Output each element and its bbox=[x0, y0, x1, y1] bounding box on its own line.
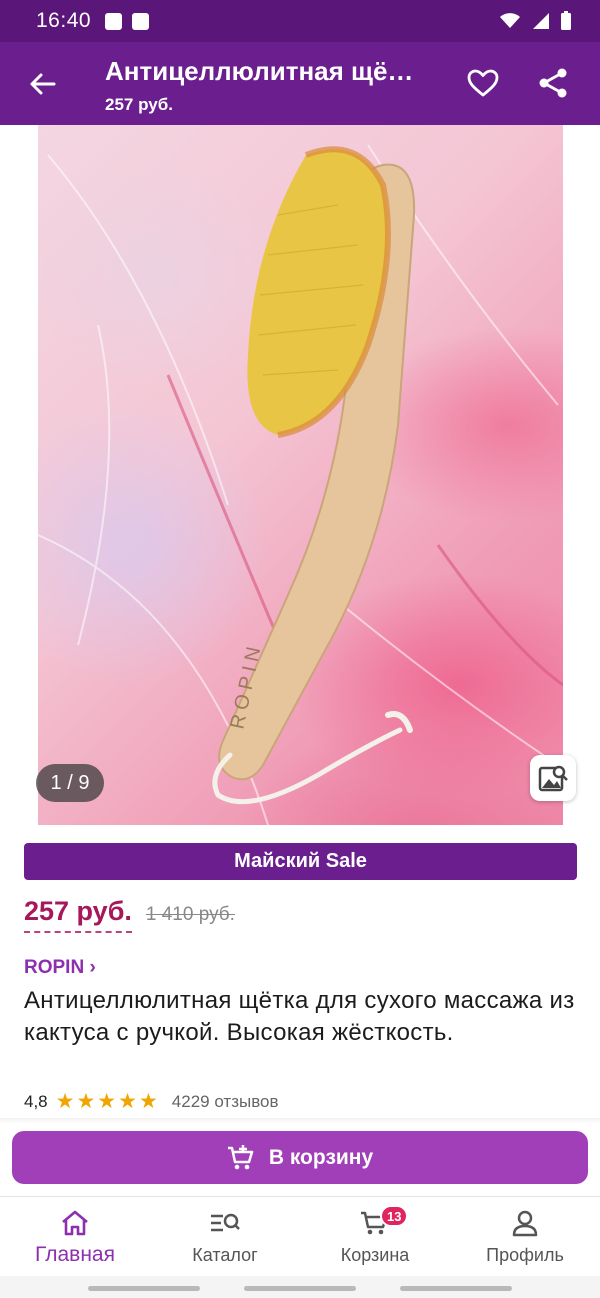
heart-icon bbox=[467, 69, 499, 97]
nav-item-catalog[interactable]: Каталог bbox=[150, 1197, 300, 1276]
star-icon: ★ bbox=[55, 1090, 75, 1113]
catalog-search-icon bbox=[211, 1213, 240, 1232]
old-price: 1 410 руб. bbox=[145, 904, 235, 925]
status-time: 16:40 bbox=[36, 9, 92, 32]
bottom-navigation: Главная Каталог 13 Корзина Профиль bbox=[0, 1196, 600, 1276]
gesture-pill[interactable] bbox=[400, 1286, 512, 1291]
signal-icon bbox=[533, 13, 549, 29]
rating-stars: ★ ★ ★ ★ ★ bbox=[56, 1091, 158, 1112]
image-search-button[interactable] bbox=[530, 755, 576, 801]
page-subtitle-price: 257 руб. bbox=[105, 95, 173, 114]
rating-value: 4,8 bbox=[24, 1091, 48, 1111]
gallery-notification-icon bbox=[132, 12, 150, 30]
back-button[interactable] bbox=[22, 64, 62, 104]
status-bar: 16:40 bbox=[0, 0, 600, 42]
favorite-button[interactable] bbox=[462, 62, 504, 104]
rating-row[interactable]: 4,8 ★ ★ ★ ★ ★ 4229 отзывов bbox=[24, 1091, 279, 1112]
page-title: Антицеллюлитная щё… bbox=[105, 56, 414, 86]
cart-badge: 13 bbox=[380, 1205, 409, 1227]
nav-label-catalog: Каталог bbox=[192, 1245, 258, 1265]
battery-icon bbox=[561, 11, 571, 30]
notification-app-icon bbox=[105, 12, 123, 30]
price-row: 257 руб. 1 410 руб. bbox=[24, 896, 235, 933]
nav-label-profile: Профиль bbox=[486, 1245, 564, 1265]
product-photo-brush: ROPIN bbox=[38, 144, 563, 825]
gallery-counter: 1 / 9 bbox=[36, 764, 104, 802]
image-search-icon bbox=[538, 765, 568, 792]
add-to-cart-label: В корзину bbox=[268, 1145, 374, 1169]
star-icon: ★ bbox=[76, 1090, 96, 1113]
share-button[interactable] bbox=[532, 62, 574, 104]
add-to-cart-button[interactable]: В корзину bbox=[12, 1131, 588, 1184]
nav-label-home: Главная bbox=[35, 1243, 115, 1266]
nav-item-home[interactable]: Главная bbox=[0, 1197, 150, 1276]
system-gesture-bar bbox=[0, 1276, 600, 1298]
divider bbox=[0, 1118, 600, 1124]
arrow-left-icon bbox=[30, 73, 56, 95]
cart-add-icon bbox=[227, 1144, 254, 1169]
star-icon: ★ bbox=[138, 1090, 158, 1113]
share-icon bbox=[539, 68, 567, 98]
app-bar: Антицеллюлитная щё… 257 руб. bbox=[0, 42, 600, 125]
home-icon bbox=[62, 1210, 88, 1236]
reviews-count[interactable]: 4229 отзывов bbox=[172, 1092, 279, 1112]
nav-item-profile[interactable]: Профиль bbox=[450, 1197, 600, 1276]
sale-banner[interactable]: Майский Sale bbox=[24, 843, 577, 880]
star-icon: ★ bbox=[118, 1090, 137, 1113]
nav-item-cart[interactable]: 13 Корзина bbox=[300, 1197, 450, 1276]
star-icon: ★ bbox=[97, 1090, 117, 1113]
current-price[interactable]: 257 руб. bbox=[24, 896, 132, 933]
product-image[interactable]: ROPIN bbox=[38, 125, 563, 825]
product-title: Антицеллюлитная щётка для сухого массажа… bbox=[24, 987, 575, 1046]
brand-link[interactable]: ROPIN › bbox=[24, 957, 96, 979]
nav-label-cart: Корзина bbox=[340, 1245, 410, 1265]
profile-icon bbox=[512, 1210, 538, 1237]
gesture-pill[interactable] bbox=[244, 1286, 356, 1291]
wifi-icon bbox=[500, 13, 520, 28]
gesture-pill[interactable] bbox=[88, 1286, 200, 1291]
